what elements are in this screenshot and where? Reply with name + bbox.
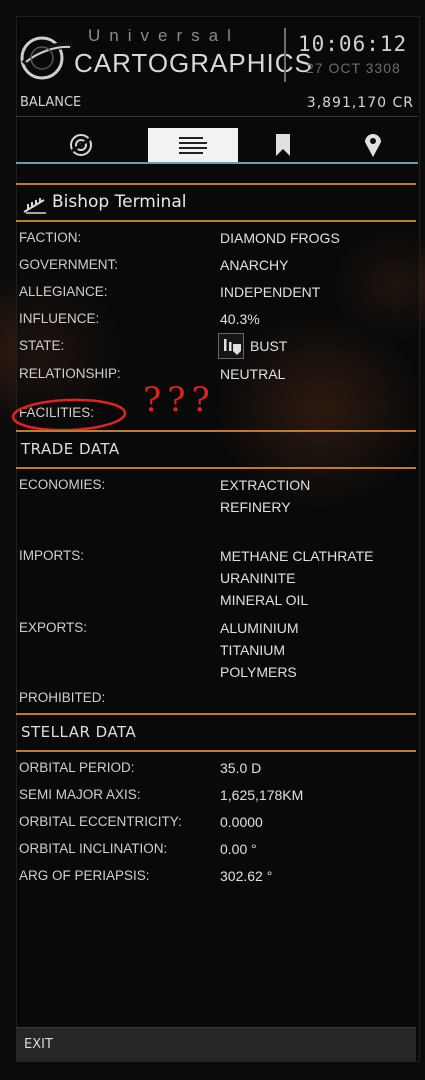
accent-divider	[16, 183, 416, 185]
state-value: BUST	[250, 338, 288, 354]
economy-value: REFINERY	[220, 499, 291, 515]
tab-location[interactable]	[328, 128, 418, 162]
question-marks-annotation: ???	[143, 380, 216, 420]
eccentricity-label: ORBITAL ECCENTRICITY:	[19, 814, 182, 829]
exit-button[interactable]: EXIT	[16, 1027, 416, 1062]
semi-major-axis-value: 1,625,178KM	[220, 787, 304, 803]
accent-divider	[16, 750, 416, 752]
station-row: Bishop Terminal	[16, 190, 418, 220]
faction-label: FACTION:	[19, 230, 82, 245]
location-pin-icon	[365, 134, 381, 157]
import-value: MINERAL OIL	[220, 592, 309, 608]
tab-station-info[interactable]	[148, 128, 238, 162]
semi-major-axis-label: SEMI MAJOR AXIS:	[19, 787, 141, 802]
faction-value[interactable]: DIAMOND FROGS	[220, 230, 340, 246]
inclination-value: 0.00 °	[220, 841, 257, 857]
universal-cartographics-logo-icon	[20, 36, 73, 80]
import-value: METHANE CLATHRATE	[220, 548, 374, 564]
clock: 10:06:12	[298, 32, 408, 56]
tab-bookmarks[interactable]	[238, 128, 328, 162]
header: Universal CARTOGRAPHICS 10:06:12 27 OCT …	[16, 22, 418, 86]
exit-label: EXIT	[24, 1037, 53, 1052]
bookmark-icon	[276, 134, 290, 156]
periapsis-label: ARG OF PERIAPSIS:	[19, 868, 150, 883]
tab-galaxy[interactable]	[36, 128, 126, 162]
government-value: ANARCHY	[220, 257, 289, 273]
relationship-label: RELATIONSHIP:	[19, 366, 121, 381]
balance-value: 3,891,170 CR	[306, 95, 414, 111]
influence-value: 40.3%	[220, 311, 260, 327]
government-label: GOVERNMENT:	[19, 257, 119, 272]
tab-bar	[16, 128, 418, 164]
periapsis-value: 302.62 °	[220, 868, 273, 884]
imports-label: IMPORTS:	[19, 548, 85, 563]
date: 27 OCT 3308	[306, 60, 401, 76]
header-divider	[284, 28, 286, 82]
allegiance-value: INDEPENDENT	[220, 284, 321, 300]
bust-state-icon	[218, 333, 244, 359]
state-label: STATE:	[19, 338, 65, 353]
economies-label: ECONOMIES:	[19, 477, 106, 492]
accent-divider	[16, 713, 416, 715]
orbital-period-value: 35.0 D	[220, 760, 262, 776]
relationship-value: NEUTRAL	[220, 366, 286, 382]
economy-value: EXTRACTION	[220, 477, 311, 493]
inclination-label: ORBITAL INCLINATION:	[19, 841, 168, 856]
export-value: POLYMERS	[220, 664, 297, 680]
accent-divider	[16, 220, 416, 222]
galaxy-icon	[70, 134, 92, 156]
stellar-data-title: STELLAR DATA	[21, 723, 137, 741]
eccentricity-value: 0.0000	[220, 814, 263, 830]
balance-row: BALANCE 3,891,170 CR	[16, 88, 418, 117]
accent-divider	[16, 467, 416, 469]
list-icon	[179, 137, 207, 154]
accent-divider	[16, 430, 416, 432]
prohibited-label: PROHIBITED:	[19, 690, 106, 705]
side-panel	[16, 16, 420, 1062]
title-top: Universal	[88, 26, 240, 45]
title-main: CARTOGRAPHICS	[74, 48, 313, 78]
allegiance-label: ALLEGIANCE:	[19, 284, 108, 299]
import-value: URANINITE	[220, 570, 296, 586]
station-name: Bishop Terminal	[52, 192, 187, 212]
balance-label: BALANCE	[20, 95, 82, 110]
export-value: ALUMINIUM	[220, 620, 299, 636]
exports-label: EXPORTS:	[19, 620, 88, 635]
export-value: TITANIUM	[220, 642, 286, 658]
influence-label: INFLUENCE:	[19, 311, 100, 326]
orbital-period-label: ORBITAL PERIOD:	[19, 760, 135, 775]
trade-data-title: TRADE DATA	[21, 440, 120, 458]
outpost-icon	[23, 198, 46, 214]
tab-underline	[16, 162, 418, 164]
